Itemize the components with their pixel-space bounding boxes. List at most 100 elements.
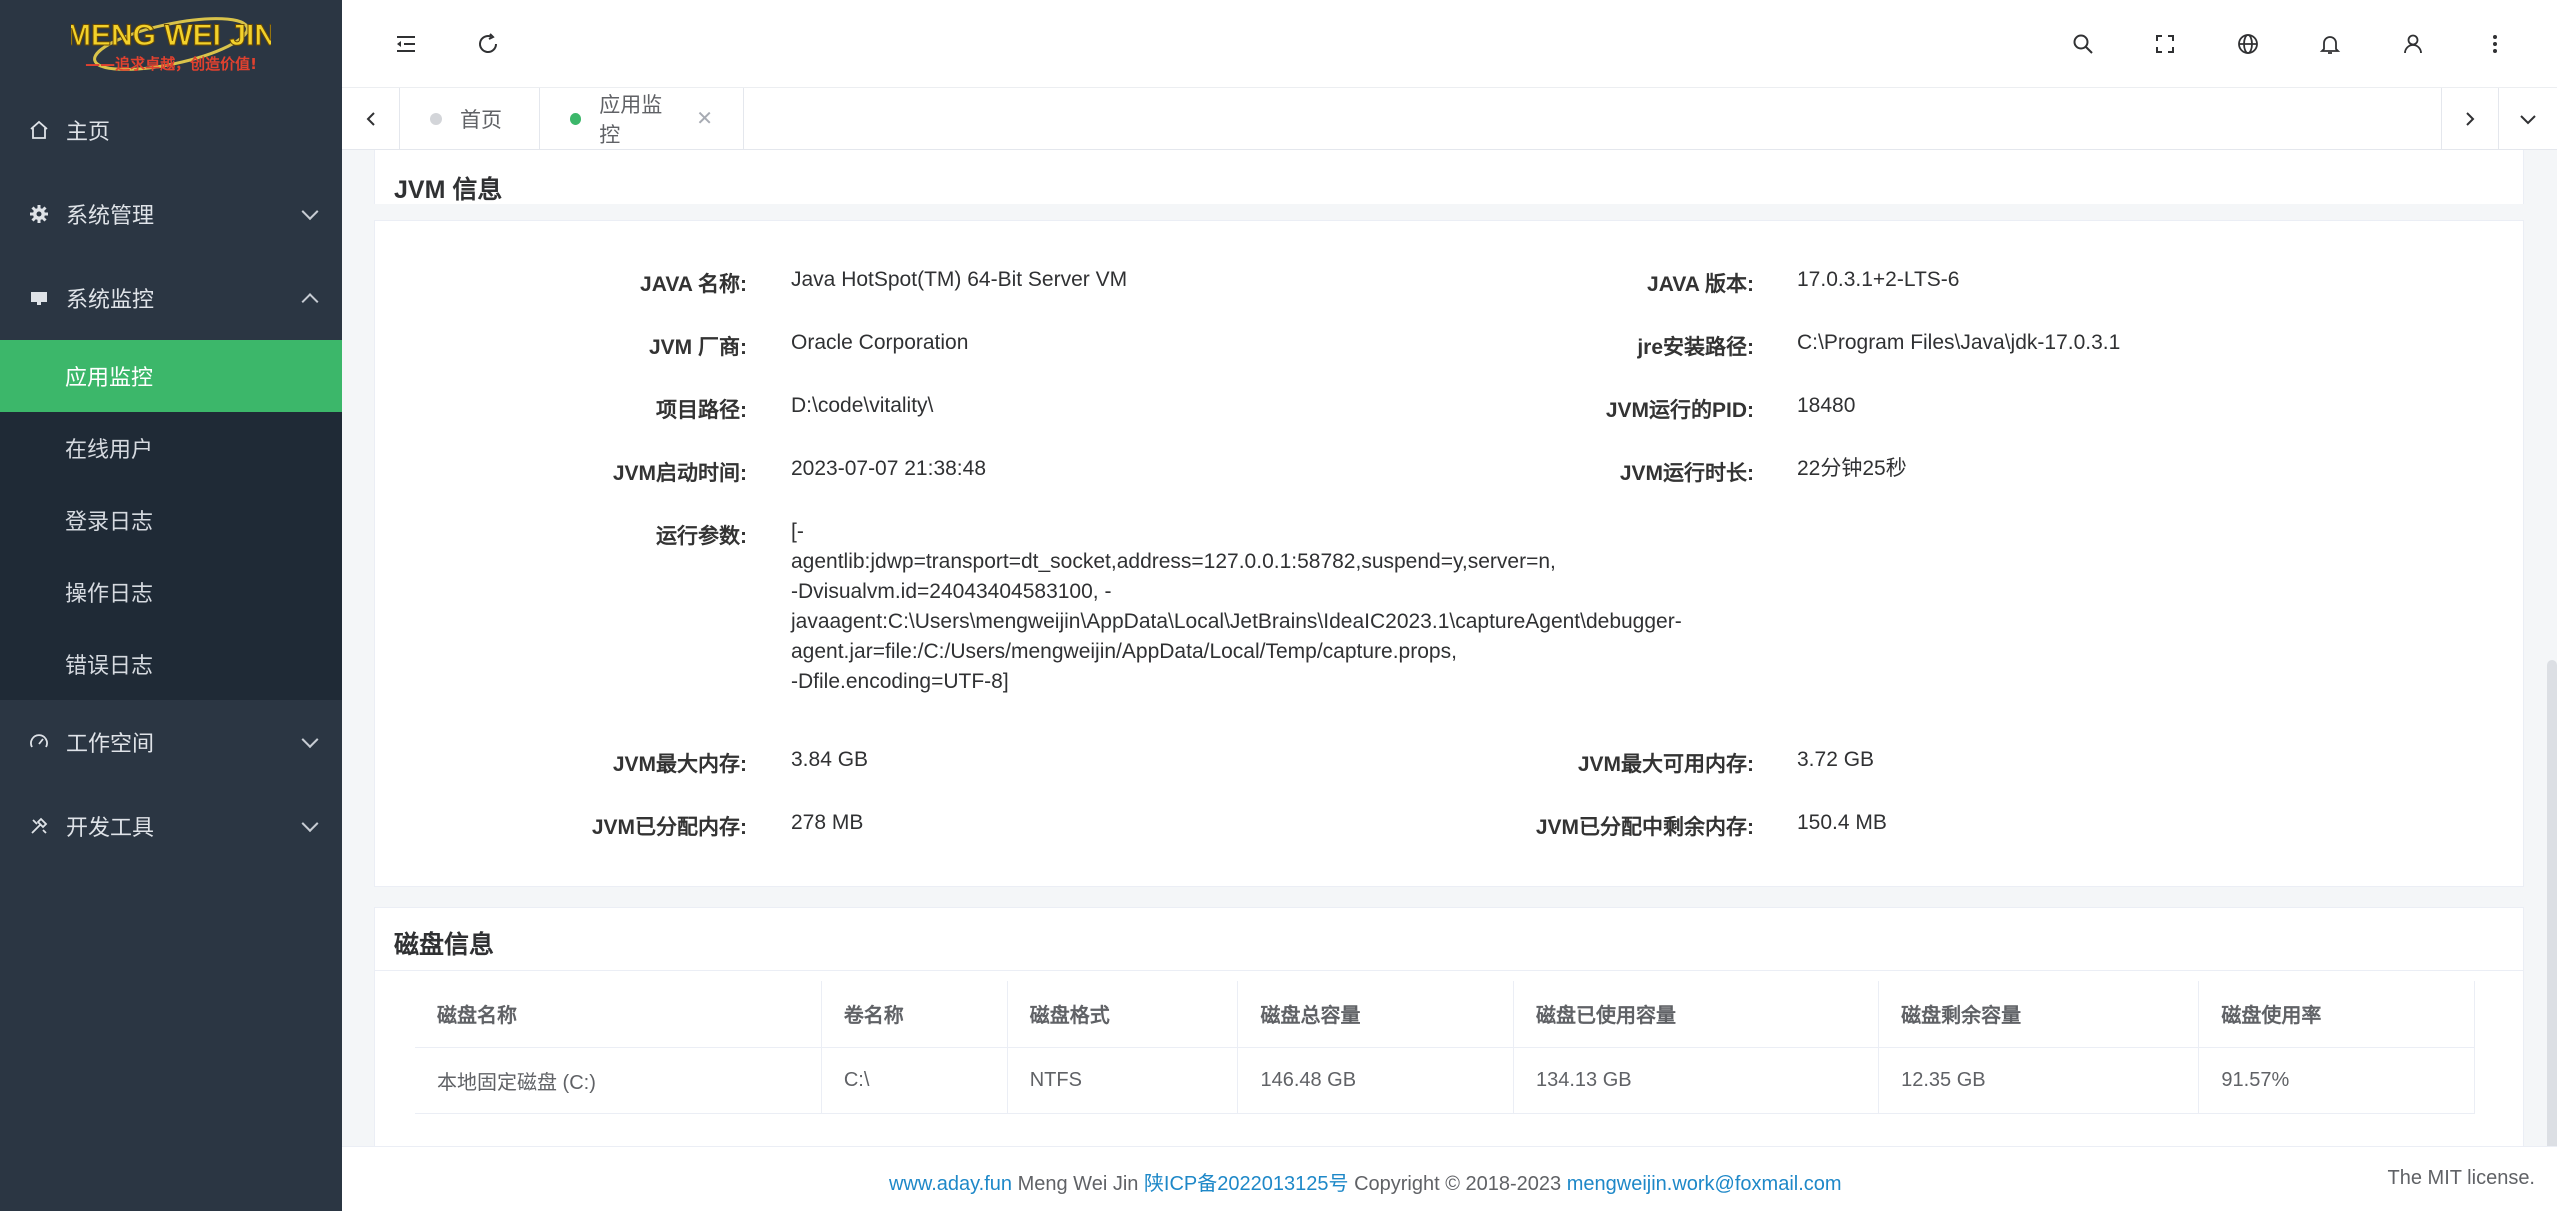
sidebar-item-label: 开发工具 <box>66 815 155 840</box>
language-icon[interactable] <box>2230 26 2266 62</box>
java-name-label: JAVA 名称: <box>640 273 747 296</box>
column-header: 磁盘已使用容量 <box>1513 981 1880 1048</box>
disk-table: 磁盘名称 卷名称 磁盘格式 磁盘总容量 磁盘已使用容量 磁盘剩余容量 磁盘使用率… <box>415 981 2475 1114</box>
footer-info: www.aday.fun Meng Wei Jin 陕ICP备202201312… <box>889 1167 1842 1196</box>
column-header: 磁盘使用率 <box>2198 981 2475 1048</box>
svg-text:MENG WEI JIN: MENG WEI JIN <box>71 19 271 52</box>
sidebar: MENG WEI JIN ——追求卓越，创造价值! 主页 系统管理 系统监控 应… <box>0 0 342 1211</box>
chevron-down-icon <box>301 815 319 833</box>
max-available-memory-value: 3.72 GB <box>1797 748 1875 771</box>
svg-text:——追求卓越，创造价值!: ——追求卓越，创造价值! <box>85 55 257 73</box>
monitor-submenu: 应用监控 在线用户 登录日志 操作日志 错误日志 <box>0 340 342 700</box>
table-cell: 146.48 GB <box>1237 1047 1514 1114</box>
sidebar-item-system-monitor[interactable]: 系统监控 <box>0 256 342 340</box>
license-text: The MIT license. <box>2387 1167 2535 1189</box>
icp-link[interactable]: 陕ICP备2022013125号 <box>1144 1173 1349 1195</box>
jvm-info-card: JAVA 名称: Java HotSpot(TM) 64-Bit Server … <box>374 220 2524 887</box>
gear-icon <box>28 203 50 225</box>
table-cell: 91.57% <box>2198 1047 2475 1114</box>
jvm-vendor-value: Oracle Corporation <box>791 331 969 354</box>
sidebar-item-dev-tools[interactable]: 开发工具 <box>0 784 342 868</box>
bell-icon[interactable] <box>2312 26 2348 62</box>
sidebar-item-error-log[interactable]: 错误日志 <box>0 628 342 700</box>
tab-menu-chevron-down-icon[interactable] <box>2499 88 2557 149</box>
jvm-card-header <box>374 150 2524 204</box>
main-content: JVM 信息 JAVA 名称: Java HotSpot(TM) 64-Bit … <box>342 150 2557 1146</box>
args-line: -Dfile.encoding=UTF-8] <box>791 670 1009 693</box>
allocated-free-memory-label: JVM已分配中剩余内存: <box>1535 816 1754 839</box>
tab-status-dot <box>430 112 442 125</box>
allocated-memory-value: 278 MB <box>791 811 864 834</box>
project-path-value: D:\code\vitality\ <box>791 394 934 417</box>
java-name-value: Java HotSpot(TM) 64-Bit Server VM <box>791 268 1128 291</box>
jre-path-value: C:\Program Files\Java\jdk-17.0.3.1 <box>1797 331 2121 354</box>
tab-scroll-left-icon[interactable] <box>342 88 400 149</box>
sidebar-item-workspace[interactable]: 工作空间 <box>0 700 342 784</box>
close-icon[interactable]: ✕ <box>696 106 713 131</box>
tab-app-monitor[interactable]: 应用监控 ✕ <box>540 88 744 149</box>
args-line: agentlib:jdwp=transport=dt_socket,addres… <box>791 550 1556 573</box>
args-label: 运行参数: <box>656 525 747 548</box>
tab-scroll-right-icon[interactable] <box>2441 88 2499 149</box>
uptime-label: JVM运行时长: <box>1619 462 1754 485</box>
disk-info-card: 磁盘名称 卷名称 磁盘格式 磁盘总容量 磁盘已使用容量 磁盘剩余容量 磁盘使用率… <box>374 970 2524 1146</box>
email-link[interactable]: mengweijin.work@foxmail.com <box>1567 1173 1842 1195</box>
args-line: javaagent:C:\Users\mengweijin\AppData\Lo… <box>791 610 1682 633</box>
sidebar-item-label: 系统管理 <box>66 203 155 228</box>
args-line: [- <box>791 520 804 543</box>
column-header: 磁盘名称 <box>415 981 822 1048</box>
jvm-section-title: JVM 信息 <box>394 176 503 204</box>
table-row: 本地固定磁盘 (C:) C:\ NTFS 146.48 GB 134.13 GB… <box>415 1047 2475 1114</box>
disk-section-title: 磁盘信息 <box>394 931 495 959</box>
brand-logo[interactable]: MENG WEI JIN ——追求卓越，创造价值! <box>0 0 342 88</box>
top-header <box>342 0 2557 88</box>
sidebar-item-label: 系统监控 <box>66 287 155 312</box>
menu-fold-icon[interactable] <box>388 26 424 62</box>
sidebar-item-system-management[interactable]: 系统管理 <box>0 172 342 256</box>
home-icon <box>28 119 50 141</box>
content-scrollbar[interactable] <box>2547 660 2557 1146</box>
fullscreen-icon[interactable] <box>2147 26 2183 62</box>
args-value: [- agentlib:jdwp=transport=dt_socket,add… <box>791 517 1691 697</box>
table-cell: C:\ <box>821 1047 1008 1114</box>
tools-icon <box>28 815 50 837</box>
search-icon[interactable] <box>2065 26 2101 62</box>
table-cell: 12.35 GB <box>1878 1047 2200 1114</box>
project-path-label: 项目路径: <box>656 399 747 422</box>
column-header: 磁盘格式 <box>1007 981 1239 1048</box>
column-header: 磁盘总容量 <box>1237 981 1514 1048</box>
uptime-value: 22分钟25秒 <box>1797 457 1907 480</box>
jvm-pid-value: 18480 <box>1797 394 1856 417</box>
jre-path-label: jre安装路径: <box>1637 336 1754 359</box>
sidebar-item-login-log[interactable]: 登录日志 <box>0 484 342 556</box>
user-icon[interactable] <box>2395 26 2431 62</box>
start-time-label: JVM启动时间: <box>612 462 747 485</box>
dashboard-icon <box>28 731 50 753</box>
table-cell: NTFS <box>1007 1047 1239 1114</box>
more-vertical-icon[interactable] <box>2477 26 2513 62</box>
sidebar-item-operation-log[interactable]: 操作日志 <box>0 556 342 628</box>
refresh-icon[interactable] <box>470 26 506 62</box>
sidebar-item-label: 主页 <box>66 119 111 144</box>
footer-author: Meng Wei Jin <box>1012 1173 1144 1195</box>
column-header: 磁盘剩余容量 <box>1878 981 2200 1048</box>
tab-label: 首页 <box>460 108 502 132</box>
chevron-up-icon <box>301 293 319 311</box>
jvm-pid-label: JVM运行的PID: <box>1605 399 1754 422</box>
sidebar-item-label: 工作空间 <box>66 731 155 756</box>
chevron-down-icon <box>301 731 319 749</box>
table-cell: 本地固定磁盘 (C:) <box>415 1047 822 1114</box>
max-memory-value: 3.84 GB <box>791 748 869 771</box>
site-link[interactable]: www.aday.fun <box>889 1173 1012 1195</box>
footer-copyright: Copyright © 2018-2023 <box>1348 1173 1567 1195</box>
start-time-value: 2023-07-07 21:38:48 <box>791 457 986 480</box>
tab-home[interactable]: 首页 <box>400 88 540 149</box>
sidebar-item-app-monitor[interactable]: 应用监控 <box>0 340 342 412</box>
allocated-memory-label: JVM已分配内存: <box>591 816 747 839</box>
logo-image: MENG WEI JIN ——追求卓越，创造价值! <box>71 17 271 73</box>
sidebar-item-online-users[interactable]: 在线用户 <box>0 412 342 484</box>
chevron-down-icon <box>301 203 319 221</box>
max-memory-label: JVM最大内存: <box>612 753 747 776</box>
sidebar-item-home[interactable]: 主页 <box>0 88 342 172</box>
table-header-row: 磁盘名称 卷名称 磁盘格式 磁盘总容量 磁盘已使用容量 磁盘剩余容量 磁盘使用率 <box>415 981 2475 1048</box>
